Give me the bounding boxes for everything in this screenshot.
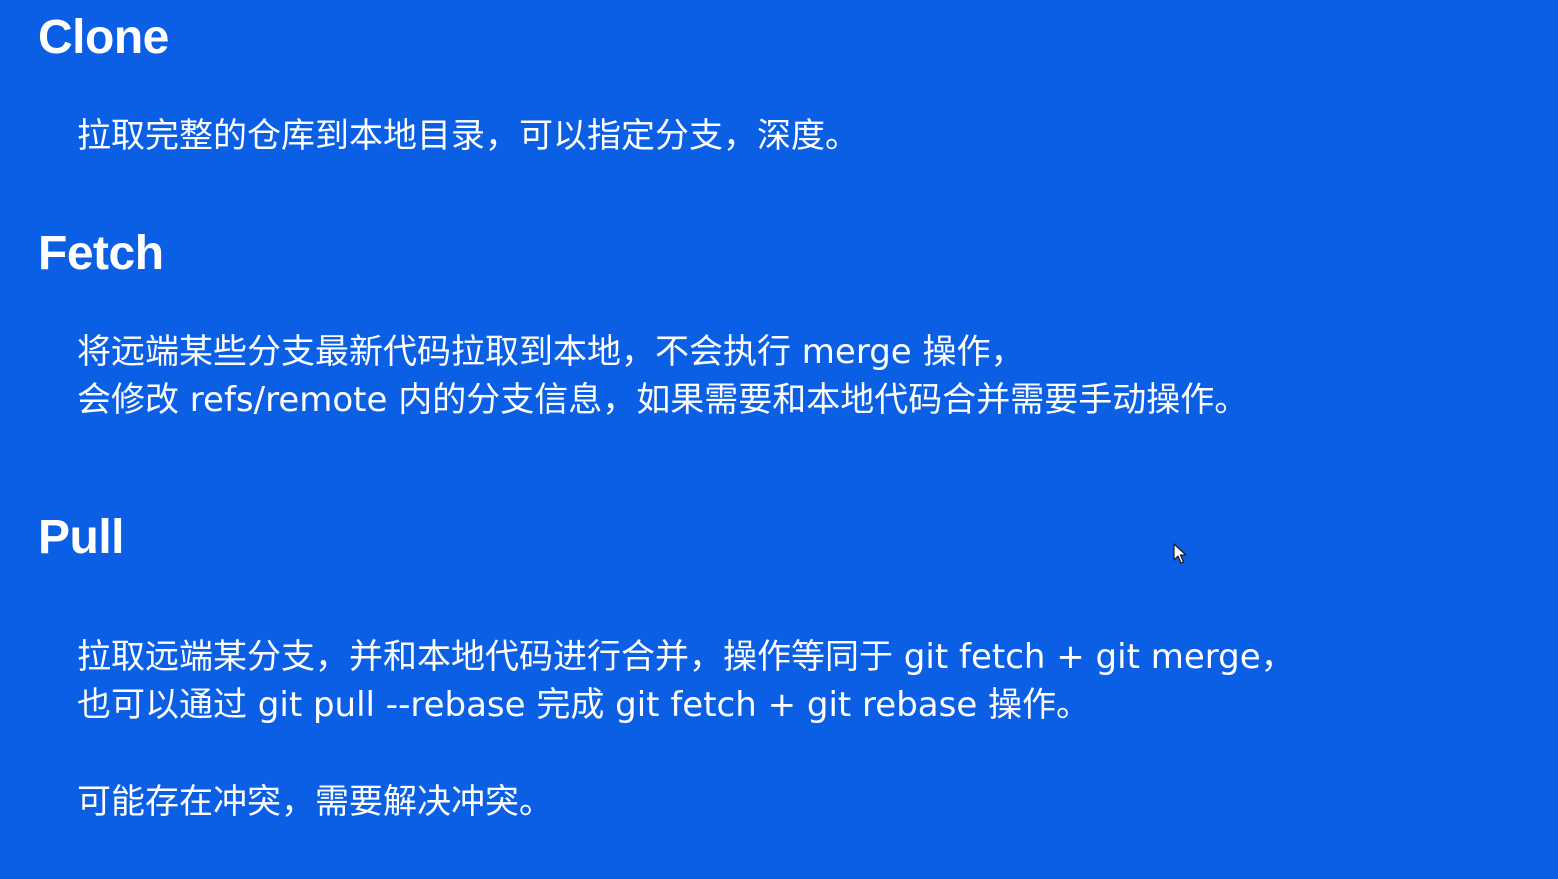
pull-conflict-note: 可能存在冲突，需要解决冲突。 [77,778,553,826]
clone-heading: Clone [38,11,169,64]
fetch-description: 将远端某些分支最新代码拉取到本地，不会执行 merge 操作， 会修改 refs… [77,328,1248,424]
mouse-pointer-icon [1173,543,1187,564]
clone-description: 拉取完整的仓库到本地目录，可以指定分支，深度。 [77,112,859,160]
pull-heading: Pull [38,511,125,564]
pull-line-2: 也可以通过 git pull --rebase 完成 git fetch + g… [77,685,1091,725]
clone-line-1: 拉取完整的仓库到本地目录，可以指定分支，深度。 [77,116,859,156]
fetch-heading: Fetch [38,227,164,280]
pull-description: 拉取远端某分支，并和本地代码进行合并，操作等同于 git fetch + git… [77,633,1295,729]
pull-line-1: 拉取远端某分支，并和本地代码进行合并，操作等同于 git fetch + git… [77,637,1295,677]
slide: Clone 拉取完整的仓库到本地目录，可以指定分支，深度。 Fetch 将远端某… [0,0,1558,879]
fetch-line-2: 会修改 refs/remote 内的分支信息，如果需要和本地代码合并需要手动操作… [77,380,1249,420]
fetch-line-1: 将远端某些分支最新代码拉取到本地，不会执行 merge 操作， [77,332,1025,372]
pull-note-line: 可能存在冲突，需要解决冲突。 [77,782,553,822]
